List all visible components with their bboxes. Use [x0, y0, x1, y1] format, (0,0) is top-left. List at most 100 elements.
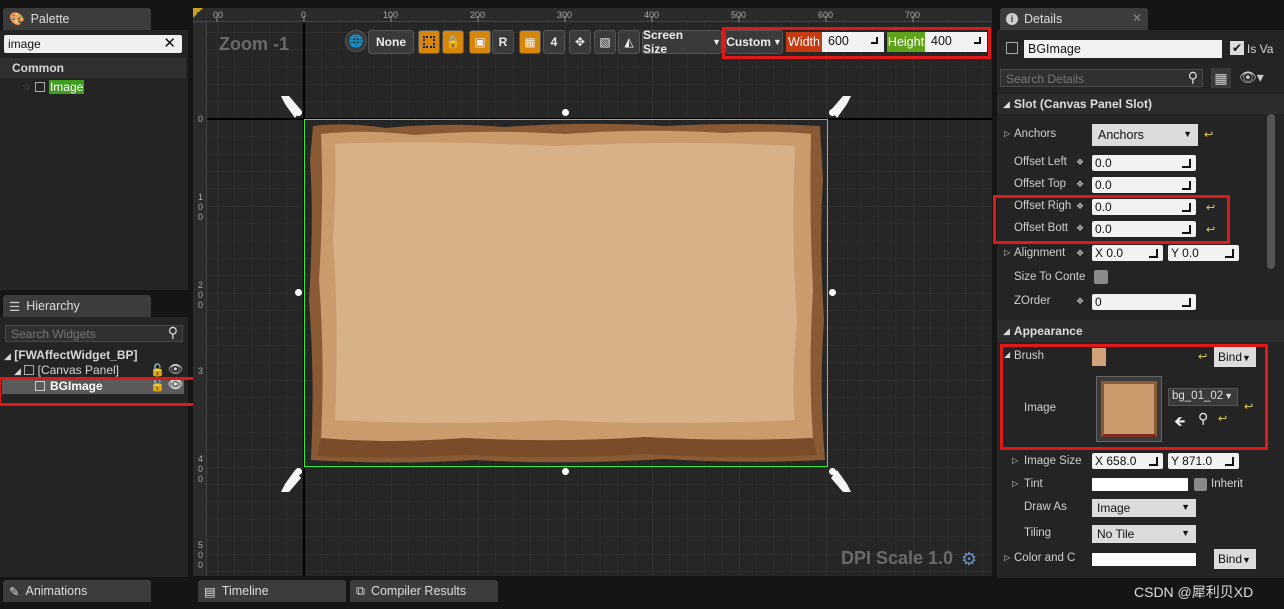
search-icon[interactable]: ⚲ — [1188, 69, 1198, 86]
use-selected-arrow-icon[interactable]: 🡸 — [1174, 411, 1185, 435]
lock-toggle-icon[interactable]: 🔒 — [442, 30, 464, 54]
image-size-y-input[interactable]: Y 871.0 — [1168, 453, 1239, 469]
palette-category-common[interactable]: Common — [0, 58, 186, 78]
anchors-dropdown[interactable]: Anchors ▼ — [1092, 124, 1198, 146]
hierarchy-search-input[interactable]: Search Widgets ⚲ — [5, 324, 183, 342]
reset-arrow-icon[interactable]: ↩ — [1206, 201, 1215, 214]
details-search-input[interactable]: Search Details ⚲ — [1000, 69, 1203, 87]
alignment-y-input[interactable]: Y 0.0 — [1168, 245, 1239, 261]
grid-snap-icon[interactable]: ▦ — [519, 30, 541, 54]
eye-icon[interactable]: 👁 — [168, 362, 183, 376]
custom-size-dropdown[interactable]: Custom ▼ — [725, 30, 783, 54]
expand-arrow-icon[interactable]: ▷ — [1012, 479, 1018, 488]
expand-arrow-icon[interactable]: ▷ — [1004, 129, 1010, 138]
diamond-icon[interactable]: ❖ — [1076, 249, 1084, 258]
move-icon[interactable]: ✥ — [569, 30, 591, 54]
grid-size-dropdown[interactable]: 4 — [543, 30, 565, 54]
reset-arrow-icon[interactable]: ↩ — [1218, 412, 1227, 425]
search-icon[interactable]: ⚲ — [168, 324, 178, 341]
expand-arrow-icon[interactable]: ◢ — [4, 351, 11, 361]
reset-arrow-icon[interactable]: ↩ — [1244, 400, 1253, 413]
lock-icon[interactable]: 🔓 — [150, 378, 165, 392]
anchor-handle-icon[interactable] — [829, 94, 855, 120]
offset-bottom-input[interactable]: 0.0 — [1092, 221, 1196, 237]
hierarchy-root[interactable]: ◢ [FWAffectWidget_BP] — [4, 348, 137, 362]
hierarchy-bgimage[interactable]: BGImage 🔓 👁 — [2, 377, 184, 394]
expand-arrow-icon[interactable]: ▷ — [1004, 553, 1010, 562]
visibility-eye-icon[interactable]: 👁▾ — [1239, 69, 1264, 86]
designer-canvas[interactable]: 00 0 100 200 300 400 500 600 700 0 1 0 0… — [193, 8, 992, 576]
image-size-y-value: 871.0 — [1182, 454, 1213, 468]
section-slot[interactable]: ◢ Slot (Canvas Panel Slot) — [997, 94, 1284, 114]
resize-handle[interactable] — [562, 468, 569, 475]
diamond-icon[interactable]: ❖ — [1076, 158, 1084, 167]
expand-arrow-icon[interactable]: ◢ — [14, 366, 21, 376]
is-variable-checkbox[interactable]: ✔ — [1230, 41, 1244, 55]
color-opacity-swatch[interactable] — [1092, 553, 1196, 566]
image-asset-dropdown[interactable]: bg_01_02 ▼ — [1168, 388, 1238, 406]
tab-timeline[interactable]: ▤ Timeline — [198, 580, 346, 602]
diamond-icon[interactable]: ❖ — [1076, 180, 1084, 189]
draw-as-dropdown[interactable]: Image ▼ — [1092, 499, 1196, 517]
tab-palette[interactable]: 🎨 Palette — [3, 8, 151, 30]
resize-handle[interactable] — [295, 289, 302, 296]
diamond-icon[interactable]: ❖ — [1076, 297, 1084, 306]
clear-search-icon[interactable]: ✕ — [163, 34, 176, 52]
image-size-x-input[interactable]: X 658.0 — [1092, 453, 1163, 469]
tab-details[interactable]: i Details ✕ — [1000, 8, 1148, 30]
transform-mode-icon[interactable]: ▣ — [469, 30, 491, 54]
lock-icon[interactable]: 🔓 — [150, 363, 165, 377]
widget-name-input[interactable]: BGImage — [1024, 40, 1222, 58]
close-icon[interactable]: ✕ — [1132, 11, 1142, 25]
localization-globe-icon[interactable]: 🌐 — [345, 30, 367, 52]
diamond-icon[interactable]: ❖ — [1076, 202, 1084, 211]
tab-hierarchy[interactable]: ☰ Hierarchy — [3, 295, 151, 317]
section-appearance[interactable]: ◢ Appearance — [997, 320, 1284, 342]
star-icon[interactable]: ☆ — [22, 82, 31, 93]
tab-compiler-results[interactable]: ⧉ Compiler Results — [350, 580, 498, 602]
reset-arrow-icon[interactable]: ↩ — [1206, 223, 1215, 236]
outline-toggle-icon[interactable] — [418, 30, 440, 54]
property-matrix-icon[interactable]: ▦ — [1211, 68, 1231, 88]
bind-dropdown[interactable]: Bind▼ — [1214, 347, 1256, 367]
anchor-handle-icon[interactable] — [277, 468, 303, 494]
none-dropdown[interactable]: None — [368, 30, 414, 54]
palette-search-input[interactable]: image ✕ — [4, 35, 182, 53]
reset-arrow-icon[interactable]: ↩ — [1198, 350, 1207, 363]
anchor-handle-icon[interactable] — [277, 94, 303, 120]
zorder-input[interactable]: 0 — [1092, 294, 1196, 310]
diamond-icon[interactable]: ❖ — [1076, 224, 1084, 233]
hierarchy-canvas-panel[interactable]: ◢ [Canvas Panel] 🔓 👁 — [14, 362, 184, 377]
inherit-checkbox[interactable] — [1194, 478, 1207, 491]
expand-arrow-icon[interactable]: ▷ — [1012, 456, 1018, 465]
reset-arrow-icon[interactable]: ↩ — [1204, 128, 1213, 141]
size-to-content-checkbox[interactable] — [1094, 270, 1108, 284]
resize-handle[interactable] — [562, 109, 569, 116]
width-input[interactable]: 600 — [822, 32, 884, 52]
screen-size-dropdown[interactable]: Screen Size ▼ — [642, 28, 722, 56]
expand-arrow-icon[interactable]: ▷ — [1004, 248, 1010, 257]
bind-dropdown[interactable]: Bind▼ — [1214, 549, 1256, 569]
dpi-settings-gear-icon[interactable]: ⚙ — [961, 549, 977, 570]
browse-search-icon[interactable]: ⚲ — [1198, 410, 1208, 427]
tiling-dropdown[interactable]: No Tile ▼ — [1092, 525, 1196, 543]
collapse-arrow-icon[interactable]: ◢ — [1004, 350, 1010, 359]
palette-item-image[interactable]: ☆ Image — [22, 80, 85, 94]
background-image-icon[interactable]: ▧ — [594, 30, 616, 54]
height-input[interactable]: 400 — [925, 32, 987, 52]
details-scrollbar[interactable] — [1267, 114, 1275, 269]
offset-left-input[interactable]: 0.0 — [1092, 155, 1196, 171]
offset-right-input[interactable]: 0.0 — [1092, 199, 1196, 215]
anchor-handle-icon[interactable] — [829, 468, 855, 494]
tint-color-swatch[interactable] — [1092, 478, 1188, 491]
offset-top-input[interactable]: 0.0 — [1092, 177, 1196, 193]
alignment-x-input[interactable]: X 0.0 — [1092, 245, 1163, 261]
brush-swatch[interactable] — [1092, 348, 1106, 366]
bgimage-widget[interactable] — [304, 119, 828, 467]
resize-handle[interactable] — [829, 289, 836, 296]
image-thumbnail[interactable] — [1096, 376, 1162, 442]
eye-icon[interactable]: 👁 — [168, 377, 183, 391]
flip-icon[interactable]: ◭ — [618, 30, 640, 54]
r-toggle-button[interactable]: R — [492, 30, 514, 54]
tab-animations[interactable]: ✎ Animations — [3, 580, 151, 602]
